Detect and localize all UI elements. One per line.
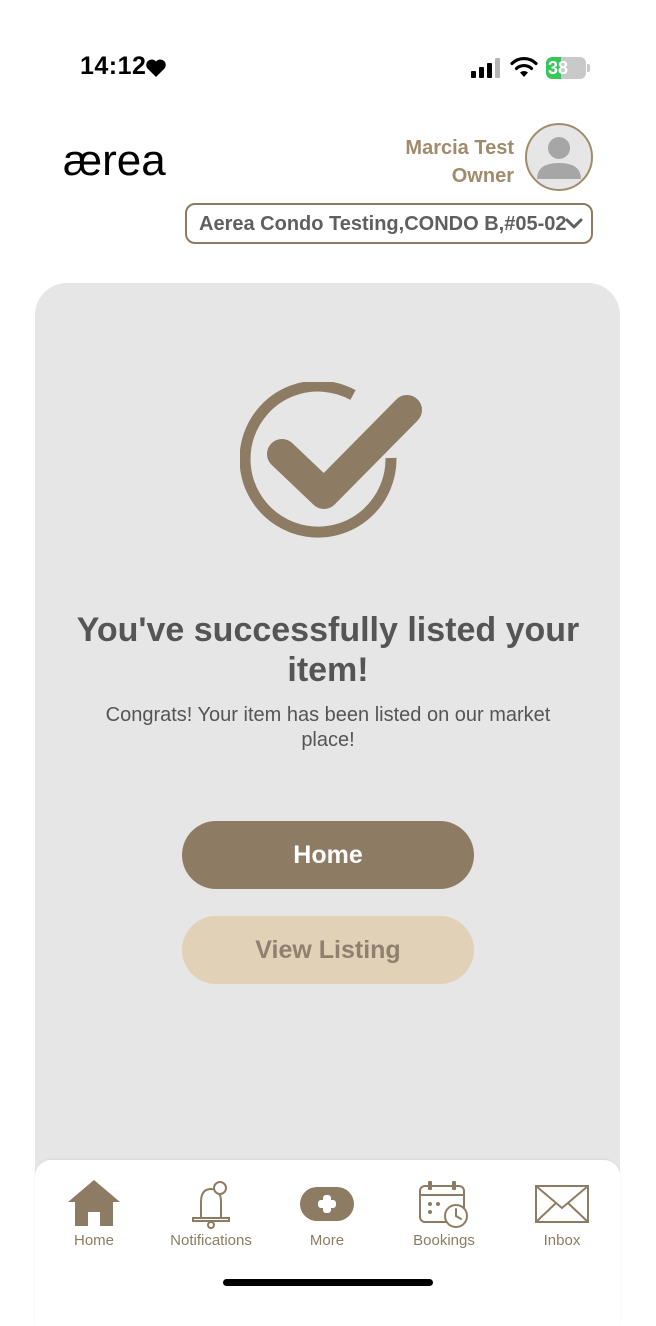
success-check-icon bbox=[240, 382, 422, 538]
view-listing-button[interactable]: View Listing bbox=[182, 916, 474, 984]
chevron-down-icon bbox=[565, 218, 583, 229]
nav-item-inbox[interactable]: Inbox bbox=[507, 1178, 617, 1258]
user-placeholder-icon bbox=[537, 137, 581, 179]
unit-selector-value: Aerea Condo Testing,CONDO B,#05-02 bbox=[199, 213, 567, 235]
wifi-icon bbox=[510, 56, 538, 77]
nav-item-more[interactable]: More bbox=[272, 1178, 382, 1258]
battery-charging-icon: 38 bbox=[546, 57, 590, 79]
success-message: Congrats! Your item has been listed on o… bbox=[105, 704, 551, 751]
calendar-icon bbox=[419, 1181, 468, 1228]
plus-icon bbox=[300, 1187, 354, 1221]
bottom-nav: Home Notifications More Bookings Inbox bbox=[35, 1160, 620, 1326]
nav-item-home[interactable]: Home bbox=[39, 1178, 149, 1258]
nav-item-bookings[interactable]: Bookings bbox=[389, 1178, 499, 1258]
aerea-logo: ærea bbox=[63, 136, 166, 185]
user-role: Owner bbox=[451, 165, 514, 187]
nav-label-bookings: Bookings bbox=[413, 1232, 475, 1249]
envelope-icon bbox=[535, 1185, 589, 1223]
home-indicator bbox=[223, 1279, 433, 1286]
home-icon bbox=[68, 1180, 120, 1226]
success-title: You've successfully listed your item! bbox=[76, 611, 580, 689]
nav-label-notifications: Notifications bbox=[170, 1232, 252, 1249]
user-name: Marcia Test bbox=[405, 137, 514, 159]
logo-text: ærea bbox=[63, 136, 166, 185]
cellular-signal-icon bbox=[471, 58, 500, 78]
home-button[interactable]: Home bbox=[182, 821, 474, 889]
unit-selector-dropdown[interactable]: Aerea Condo Testing,CONDO B,#05-02 bbox=[185, 203, 593, 244]
status-time: 14:12 bbox=[80, 52, 147, 80]
status-bar: 14:12 38 bbox=[0, 0, 656, 110]
nav-label-home: Home bbox=[73, 1232, 114, 1249]
nav-label-inbox: Inbox bbox=[543, 1232, 581, 1249]
nav-label-more: More bbox=[309, 1232, 345, 1249]
avatar[interactable] bbox=[525, 123, 593, 191]
nav-item-notifications[interactable]: Notifications bbox=[156, 1178, 266, 1258]
bell-icon bbox=[192, 1181, 230, 1229]
battery-percent: 38 bbox=[548, 58, 569, 78]
heart-icon bbox=[146, 59, 166, 77]
